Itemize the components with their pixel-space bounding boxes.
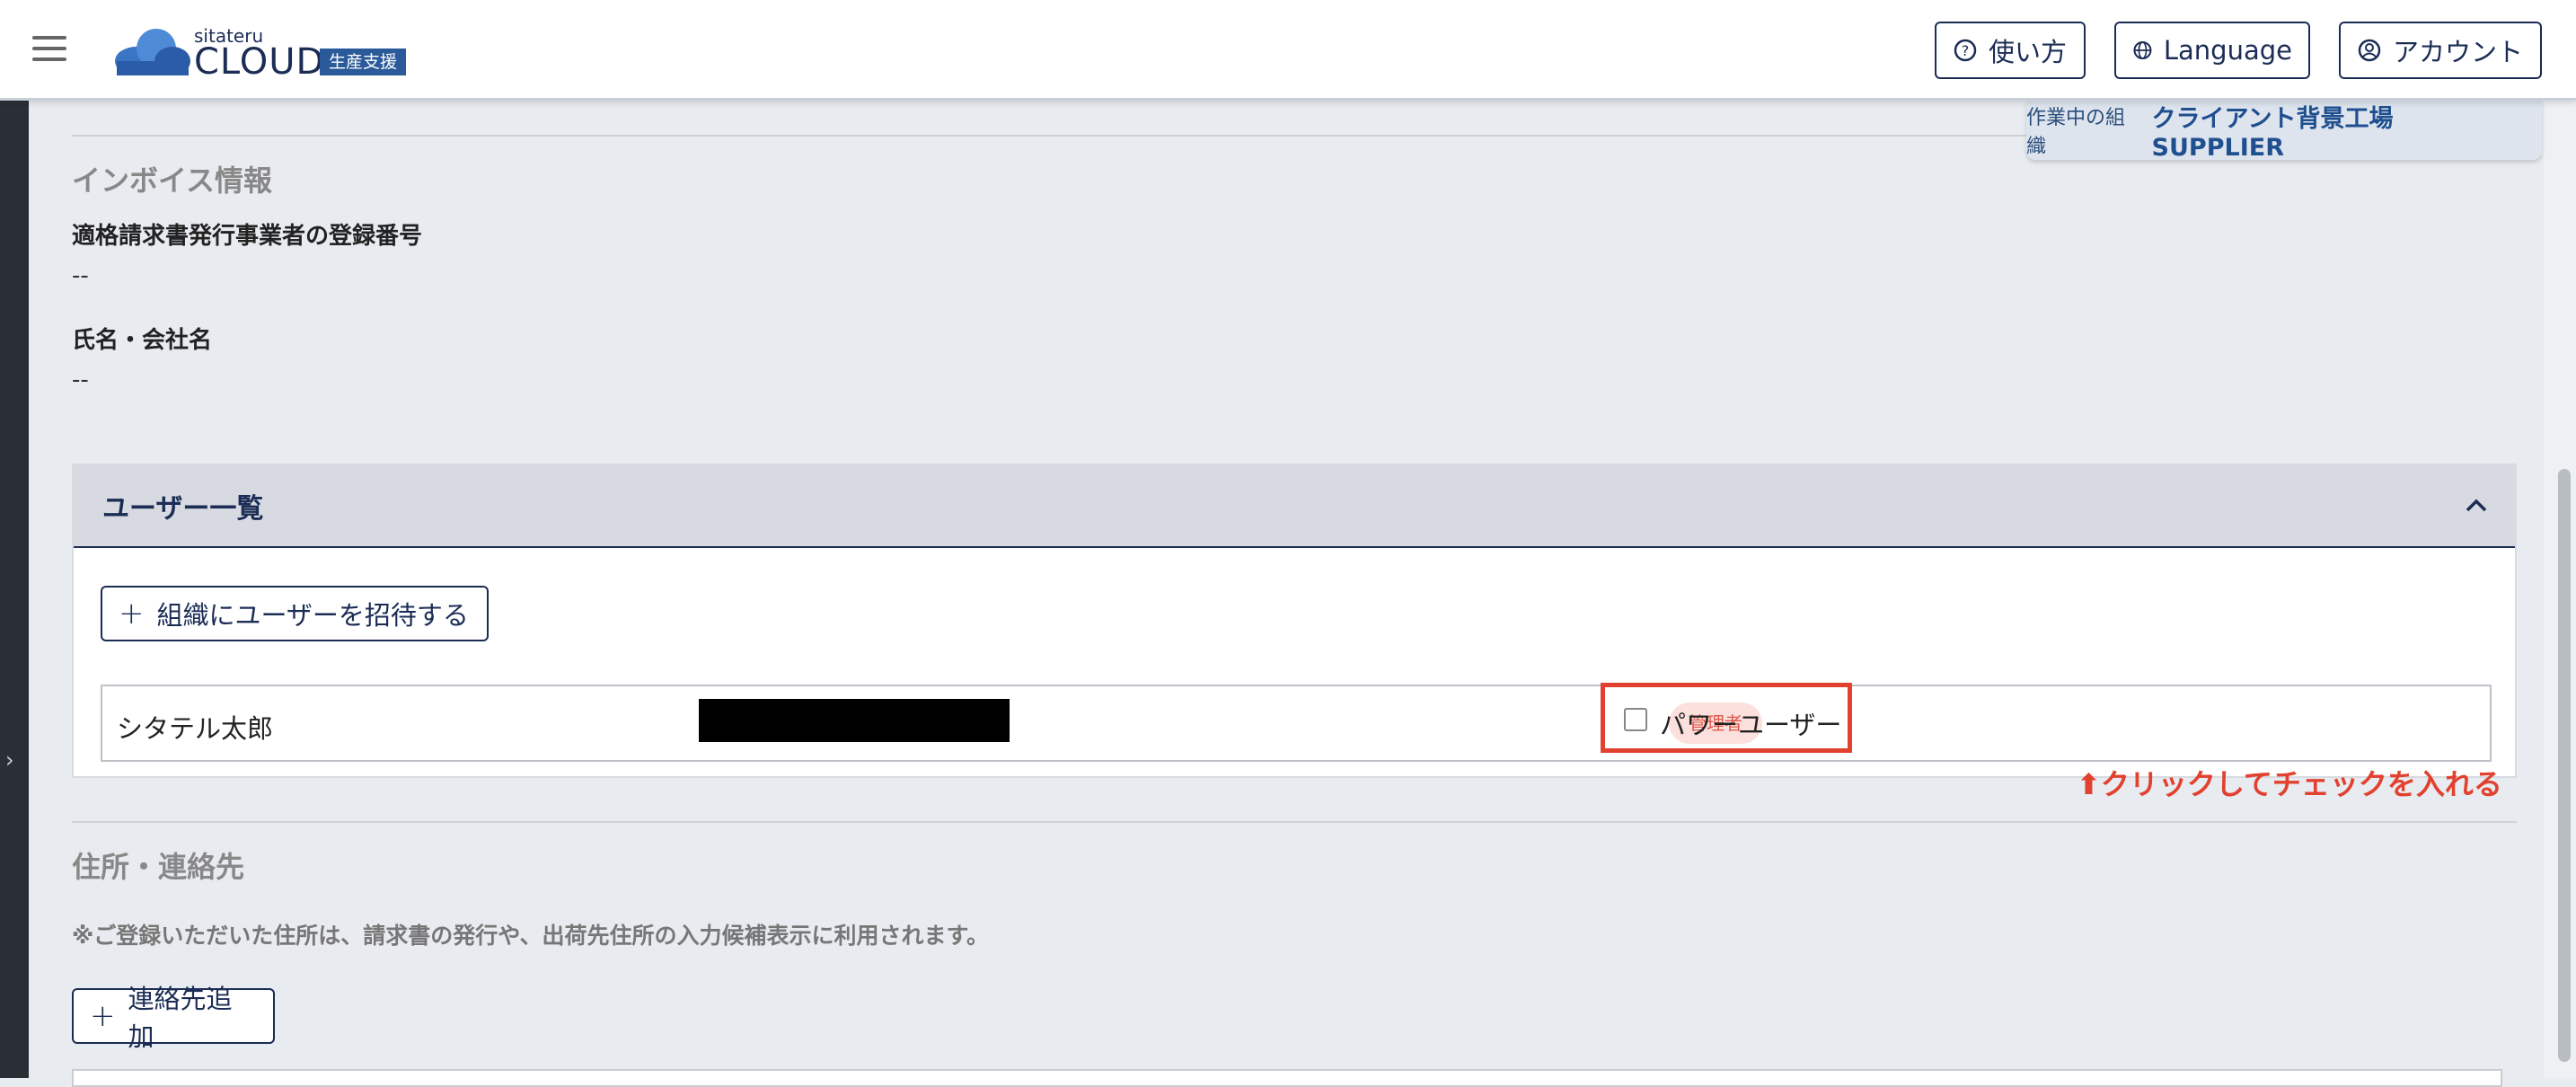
plus-icon: +: [90, 998, 116, 1034]
logo-main-text: CLOUD: [194, 41, 325, 83]
menu-icon[interactable]: [32, 36, 66, 61]
top-header: sitateru CLOUD 生産支援 ? 使い方 Language アカウント: [0, 0, 2576, 101]
company-name-value: --: [72, 367, 89, 393]
logo-badge: 生産支援: [320, 49, 407, 75]
registration-number-label: 適格請求書発行事業者の登録番号: [72, 223, 423, 250]
globe-icon: [2133, 40, 2152, 60]
add-contact-label: 連絡先追加: [128, 984, 233, 1052]
invite-user-label: 組織にユーザーを招待する: [156, 600, 469, 631]
user-list-panel-header[interactable]: ユーザー一覧: [74, 465, 2515, 548]
invite-user-button[interactable]: + 組織にユーザーを招待する: [101, 586, 489, 641]
annotation-text: ⬆クリックしてチェックを入れる: [2077, 767, 2502, 801]
language-button-label: Language: [2163, 35, 2292, 66]
help-circle-icon: ?: [1954, 39, 1977, 62]
help-button[interactable]: ? 使い方: [1935, 22, 2086, 79]
plus-icon: +: [119, 596, 145, 632]
scrollbar-thumb[interactable]: [2558, 469, 2571, 1062]
chevron-up-icon[interactable]: [2461, 490, 2492, 521]
invoice-section-title: インボイス情報: [72, 163, 273, 198]
section-divider: [72, 821, 2517, 823]
cloud-logo-icon: [115, 29, 190, 75]
chevron-right-icon[interactable]: ›: [5, 747, 14, 773]
address-note: ※ご登録いただいた住所は、請求書の発行や、出荷先住所の入力候補表示に利用されます…: [72, 923, 990, 949]
org-name: クライアント背景工場 SUPPLIER: [2151, 105, 2394, 162]
add-contact-button[interactable]: + 連絡先追加: [72, 984, 275, 1052]
table-row: シタテル太郎 管理者 パワーユーザー: [101, 683, 2492, 762]
address-section-title: 住所・連絡先: [72, 850, 245, 884]
redacted-email: [699, 699, 1010, 742]
current-org-tab: 作業中の組織 クライアント背景工場 SUPPLIER: [2026, 101, 2542, 162]
org-label: 作業中の組織: [2026, 107, 2126, 158]
user-name: シタテル太郎: [117, 713, 274, 744]
left-sidebar-collapsed: ›: [0, 101, 29, 1078]
language-button[interactable]: Language: [2114, 22, 2310, 79]
power-user-checkbox[interactable]: [1624, 708, 1647, 731]
user-list-title: ユーザー一覧: [102, 493, 264, 525]
power-user-label[interactable]: パワーユーザー: [1660, 704, 1841, 742]
app-logo[interactable]: sitateru CLOUD 生産支援: [111, 22, 417, 83]
company-name-label: 氏名・会社名: [72, 327, 213, 354]
svg-text:?: ?: [1962, 42, 1970, 59]
scrollbar-track[interactable]: [2544, 101, 2576, 1078]
account-icon: [2358, 39, 2381, 62]
account-button[interactable]: アカウント: [2339, 22, 2542, 79]
help-button-label: 使い方: [1989, 37, 2068, 67]
registration-number-value: --: [72, 262, 89, 289]
address-card: [72, 1069, 2502, 1087]
account-button-label: アカウント: [2393, 37, 2524, 67]
user-list-panel: ユーザー一覧 + 組織にユーザーを招待する シタテル太郎 管理者 パワーユーザー: [72, 464, 2517, 778]
